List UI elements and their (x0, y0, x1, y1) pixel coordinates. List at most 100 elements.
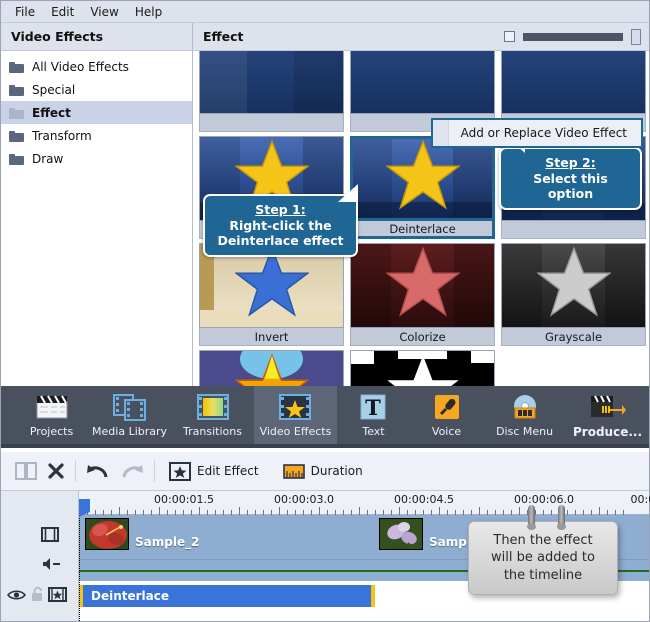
film-star-icon (279, 392, 312, 422)
effects-panel: Effect Deinterlace Invert Colorize Grays… (193, 23, 649, 386)
callout-step-1: Step 1: Right-click the Deinterlace effe… (203, 184, 358, 257)
menu-item-view[interactable]: View (82, 3, 126, 21)
split-clip-button[interactable] (15, 461, 37, 481)
video-editor-window: File Edit View Help Video Effects All Vi… (0, 0, 650, 622)
nav-button-transitions[interactable]: Transitions (171, 386, 254, 444)
effect-cell-posterize[interactable]: Posterize (199, 350, 344, 386)
folder-icon (9, 107, 24, 119)
sidebar-item-transform[interactable]: Transform (1, 124, 192, 147)
ruler-tick (439, 507, 440, 515)
sidebar-item-special[interactable]: Special (1, 78, 192, 101)
effect-cell-deinterlace[interactable]: Deinterlace (350, 136, 495, 239)
effect-cell-grayscale[interactable]: Grayscale (501, 243, 646, 346)
film-star-icon[interactable] (48, 587, 67, 602)
nav-button-projects[interactable]: Projects (15, 386, 88, 444)
effect-thumbnail (501, 51, 646, 114)
menu-item-file[interactable]: File (7, 3, 43, 21)
text-t-icon: T (360, 392, 386, 422)
toolbar-divider (75, 460, 76, 482)
sidebar-item-effect[interactable]: Effect (1, 101, 192, 124)
playhead-flag[interactable] (79, 499, 90, 517)
ruler-tick (199, 507, 200, 515)
folder-icon (9, 153, 24, 165)
nav-label: Text (362, 425, 385, 438)
sidebar-item-label: All Video Effects (32, 59, 129, 74)
note-line2: will be added to (491, 550, 595, 566)
ruler-tick (159, 507, 160, 515)
ruler-tick (399, 507, 400, 515)
context-menu-item-add-replace[interactable]: Add or Replace Video Effect (449, 120, 641, 146)
sidebar-item-draw[interactable]: Draw (1, 147, 192, 170)
effect-clip-label: Deinterlace (91, 589, 170, 603)
playhead[interactable] (79, 499, 90, 621)
star-graphic (386, 354, 460, 386)
undo-button[interactable] (86, 462, 110, 480)
disc-icon (510, 392, 540, 422)
clip-thumbnail (85, 518, 129, 550)
effects-grid-scroll[interactable]: Maximal Dei (193, 51, 649, 386)
nav-button-produce[interactable]: Produce... (566, 386, 649, 444)
effect-cell-invert[interactable]: Invert (199, 243, 344, 346)
context-menu[interactable]: Add or Replace Video Effect (431, 118, 643, 148)
effect-cell-partial[interactable] (199, 51, 344, 132)
effect-thumbnail-deinterlace (350, 136, 495, 221)
effect-track-controls (6, 586, 67, 602)
note-line3: the timeline (503, 567, 583, 583)
ruler-label: 00:00:06.0 (514, 493, 574, 506)
ruler-label: 00:00:07. (630, 493, 650, 506)
folder-icon (9, 130, 24, 142)
produce-icon (590, 392, 626, 422)
note-ring-left (527, 505, 536, 530)
delete-button[interactable] (47, 462, 65, 480)
edit-effect-button[interactable]: Edit Effect (169, 461, 259, 481)
ruler-tick (279, 507, 280, 515)
star-graphic (234, 354, 309, 386)
undo-icon (87, 465, 108, 478)
menu-item-help[interactable]: Help (127, 3, 170, 21)
timeline: 00:00:01.5 00:00:03.0 00:00:04.5 00:00:0… (1, 491, 650, 621)
close-icon (48, 463, 64, 479)
nav-button-voice[interactable]: Voice (410, 386, 483, 444)
redo-button[interactable] (120, 462, 144, 480)
star-graphic (536, 247, 611, 317)
sidebar-item-all-video-effects[interactable]: All Video Effects (1, 55, 192, 78)
duration-button[interactable]: Duration (282, 462, 363, 481)
note-line1: Then the effect (493, 532, 593, 548)
effect-clip-deinterlace[interactable]: Deinterlace (79, 585, 375, 607)
eye-icon[interactable] (6, 589, 27, 600)
thumbnail-size-toggle-icon[interactable] (504, 31, 515, 42)
nav-label: Projects (29, 425, 74, 438)
nav-button-disc-menu[interactable]: Disc Menu (483, 386, 566, 444)
effect-label (501, 221, 646, 239)
callout-step-2: Step 2: Select this option (499, 135, 642, 210)
ruler-tick (599, 507, 600, 515)
star-graphic (234, 247, 309, 317)
callout-step-2-title: Step 2: (545, 155, 596, 170)
clip-thumbnail (379, 518, 423, 550)
star-graphic (385, 140, 460, 210)
ruler-label: 00:00:04.5 (394, 493, 454, 506)
effect-cell-colorize[interactable]: Colorize (350, 243, 495, 346)
callout-step-2-line1: Select this option (533, 170, 608, 202)
nav-button-text[interactable]: T Text (337, 386, 410, 444)
ruler-tick (519, 507, 520, 515)
lock-icon[interactable] (30, 586, 42, 601)
menubar: File Edit View Help (1, 1, 649, 23)
main-nav-toolbar: Projects Media Library Transitions Video… (1, 386, 649, 448)
nav-label: Video Effects (259, 425, 332, 438)
menu-item-edit[interactable]: Edit (43, 3, 82, 21)
thumbnail-size-slider[interactable] (523, 32, 623, 41)
sticky-note-callout: Then the effect will be added to the tim… (468, 521, 618, 595)
thumbnail-size-slider-handle[interactable] (631, 28, 641, 45)
nav-button-media-library[interactable]: Media Library (88, 386, 171, 444)
effect-thumbnail (350, 51, 495, 114)
film-stack-icon (112, 392, 147, 422)
effect-label (199, 114, 344, 132)
effect-cell-threshold[interactable]: Threshold (350, 350, 495, 386)
nav-button-video-effects[interactable]: Video Effects (253, 386, 337, 444)
audio-track-icon-group (41, 557, 61, 574)
effect-thumbnail-threshold (350, 350, 495, 386)
duration-label: Duration (310, 464, 363, 478)
svg-text:T: T (366, 395, 382, 420)
timeline-ruler[interactable]: 00:00:01.5 00:00:03.0 00:00:04.5 00:00:0… (1, 491, 650, 515)
